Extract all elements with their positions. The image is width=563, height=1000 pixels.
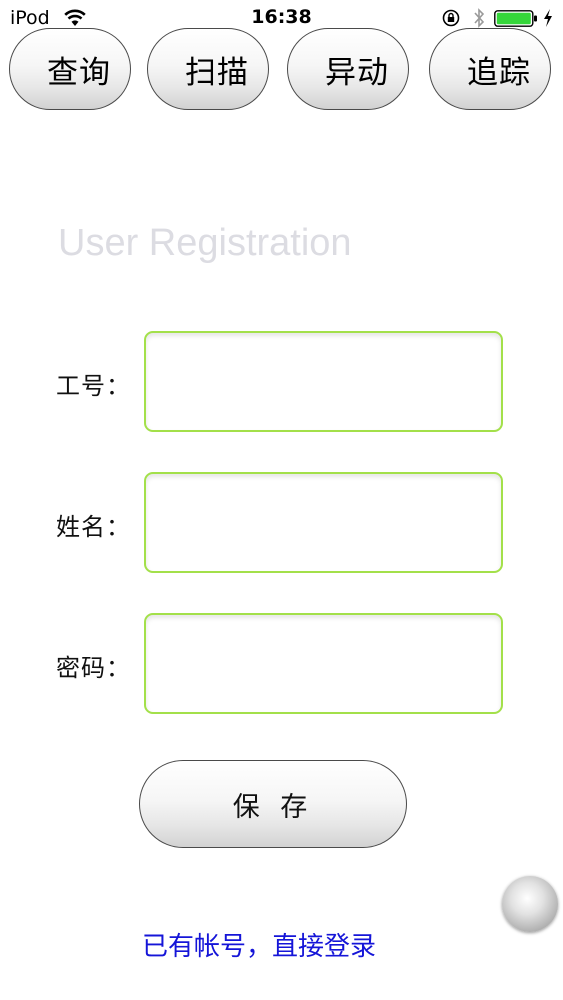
charging-icon: [544, 9, 552, 27]
name-input[interactable]: [144, 472, 503, 573]
employee-id-input[interactable]: [144, 331, 503, 432]
rotation-lock-icon: [442, 9, 460, 27]
password-input[interactable]: [144, 613, 503, 714]
scan-button[interactable]: 扫描: [147, 28, 269, 110]
change-button[interactable]: 异动: [287, 28, 409, 110]
battery-icon: [494, 10, 537, 27]
bluetooth-icon: [474, 8, 485, 28]
save-button[interactable]: 保 存: [139, 760, 407, 848]
name-label: 姓名：: [56, 513, 131, 541]
page-title: User Registration: [58, 222, 352, 264]
track-button[interactable]: 追踪: [429, 28, 551, 110]
employee-id-label: 工号：: [56, 372, 131, 400]
login-link[interactable]: 已有帐号，直接登录: [142, 926, 376, 963]
query-button[interactable]: 查询: [9, 28, 131, 110]
password-label: 密码：: [56, 654, 131, 682]
assistive-touch-icon[interactable]: [502, 876, 558, 932]
